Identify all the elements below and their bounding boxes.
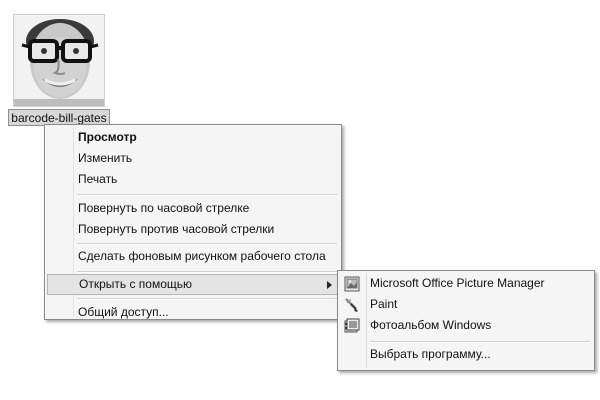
- menu-separator: [77, 194, 337, 196]
- submenu-item-choose-program[interactable]: Выбрать программу...: [340, 344, 592, 365]
- menu-item-label: Общий доступ...: [78, 305, 169, 319]
- submenu-arrow-icon: [327, 281, 332, 289]
- menu-item-edit[interactable]: Изменить: [47, 148, 339, 169]
- menu-item-share[interactable]: Общий доступ...: [47, 302, 339, 323]
- open-with-submenu: Microsoft Office Picture Manager Paint Ф…: [337, 270, 595, 371]
- file-thumbnail[interactable]: [13, 14, 105, 107]
- submenu-item-label: Microsoft Office Picture Manager: [370, 276, 545, 290]
- picture-manager-icon: [344, 276, 360, 292]
- menu-separator: [77, 243, 337, 245]
- menu-item-label: Открыть с помощью: [79, 277, 193, 291]
- menu-item-print[interactable]: Печать: [47, 169, 339, 190]
- menu-separator: [77, 298, 337, 300]
- menu-separator: [370, 341, 590, 343]
- submenu-item-label: Фотоальбом Windows: [370, 318, 492, 332]
- submenu-item-picture-manager[interactable]: Microsoft Office Picture Manager: [340, 273, 592, 294]
- menu-item-label: Просмотр: [78, 130, 137, 144]
- photo-gallery-icon: [344, 318, 360, 334]
- submenu-item-label: Paint: [370, 297, 398, 311]
- photo-thumbnail-icon: [14, 15, 104, 106]
- menu-item-preview[interactable]: Просмотр: [47, 127, 339, 148]
- menu-separator: [77, 271, 337, 273]
- menu-item-label: Сделать фоновым рисунком рабочего стола: [78, 249, 326, 263]
- submenu-item-label: Выбрать программу...: [370, 347, 491, 361]
- submenu-item-paint[interactable]: Paint: [340, 294, 592, 315]
- submenu-item-photo-gallery[interactable]: Фотоальбом Windows: [340, 315, 592, 336]
- menu-item-rotate-clockwise[interactable]: Повернуть по часовой стрелке: [47, 198, 339, 219]
- menu-item-rotate-counterclockwise[interactable]: Повернуть против часовой стрелки: [47, 219, 339, 240]
- paint-icon: [344, 297, 360, 313]
- desktop: barcode-bill-gates Просмотр Изменить Печ…: [0, 0, 600, 400]
- menu-item-label: Повернуть против часовой стрелки: [78, 222, 275, 236]
- menu-item-set-desktop-background[interactable]: Сделать фоновым рисунком рабочего стола: [47, 246, 339, 267]
- context-menu: Просмотр Изменить Печать Повернуть по ча…: [44, 124, 342, 320]
- menu-item-label: Повернуть по часовой стрелке: [78, 201, 250, 215]
- menu-item-label: Печать: [78, 172, 118, 186]
- menu-item-label: Изменить: [78, 151, 133, 165]
- menu-item-open-with[interactable]: Открыть с помощью: [47, 274, 339, 295]
- desktop-file-item[interactable]: barcode-bill-gates: [8, 8, 110, 126]
